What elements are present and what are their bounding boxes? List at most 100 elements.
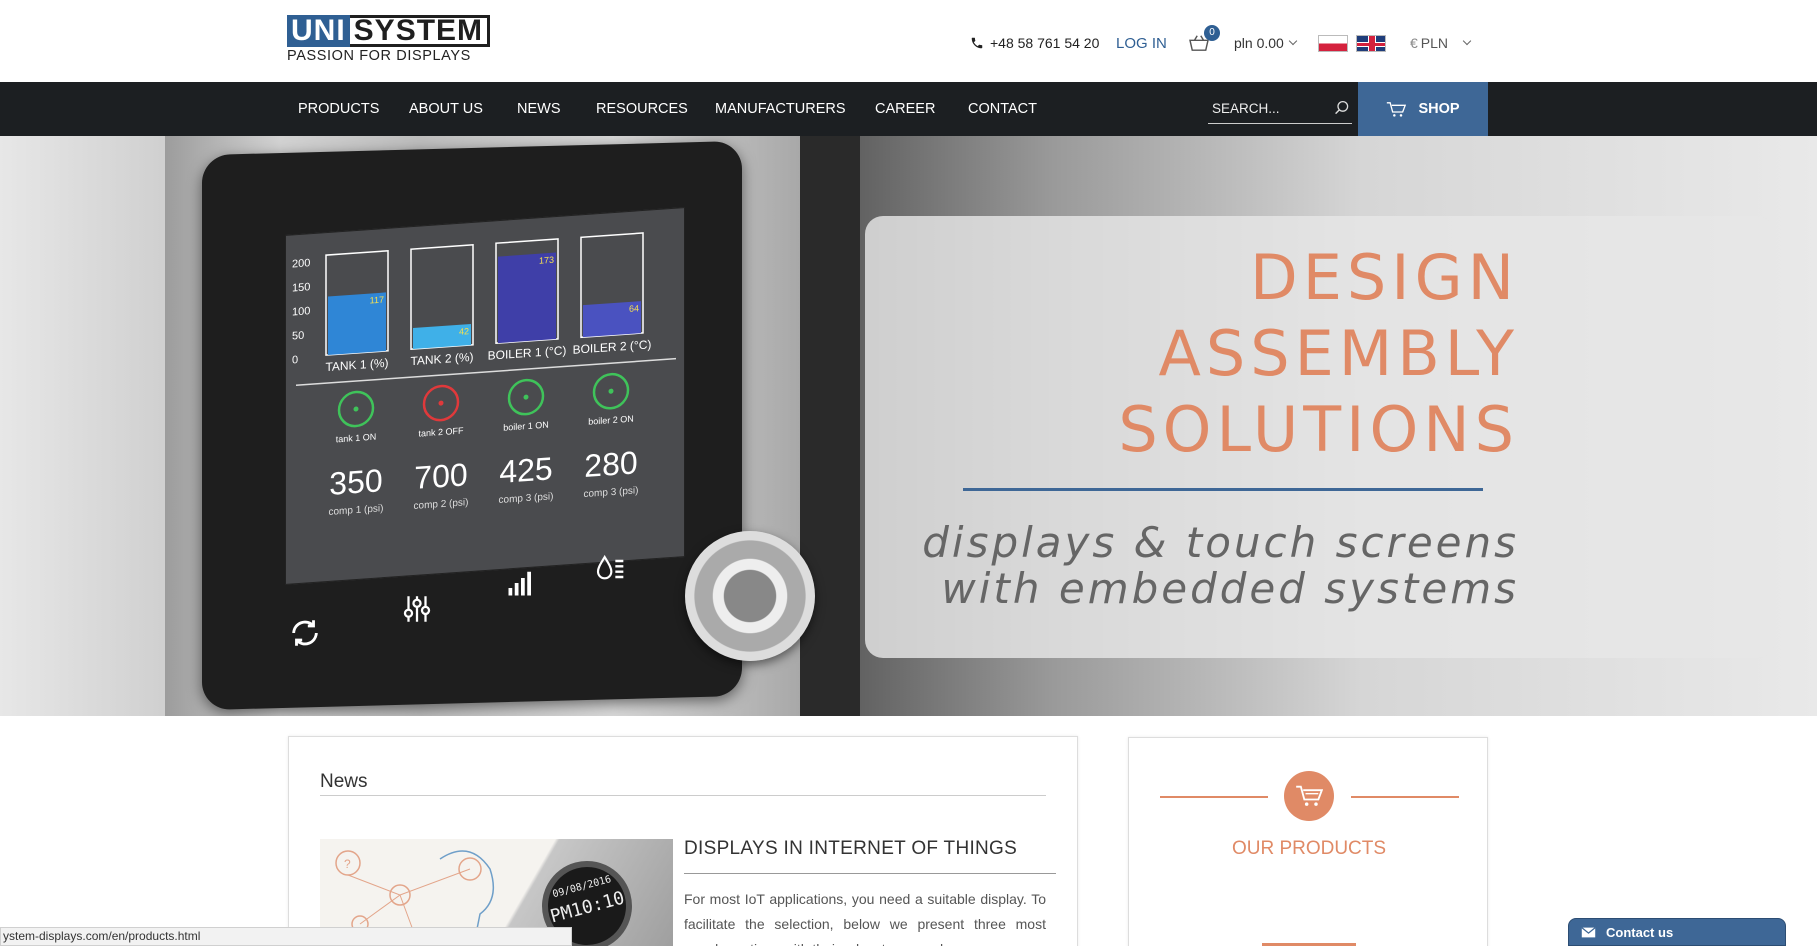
svg-text:?: ? [344,857,351,871]
y-tick-label: 200 [292,257,310,270]
products-badge [1284,771,1334,821]
article-excerpt: For most IoT applications, you need a su… [684,891,1046,946]
refresh-icon [288,616,322,655]
status-label: tank 2 OFF [419,425,464,438]
hero-subtitle-line-1: displays & touch screens [922,518,1519,567]
cart-icon [1296,785,1323,806]
gauge-value: 117 [370,295,384,306]
hero-line-assembly: ASSEMBLY [1158,317,1519,390]
y-tick-label: 100 [292,305,310,318]
hero-line-design: DESIGN [1250,241,1519,314]
y-tick-label: 150 [292,281,310,294]
cart-total[interactable]: pln 0.00 [1234,28,1298,58]
browser-status-url: ystem-displays.com/en/products.html [0,927,572,946]
gauge-label: TANK 1 (%) [325,356,388,374]
gauge-value: 64 [629,303,639,314]
news-heading: News [320,771,368,792]
hmi-screen-graphic: 200 150 100 50 0 117 TANK 1 (%) 42 TANK 2 (%) 173… [292,232,676,518]
hero-subtitle-line-2: with embedded systems [941,564,1519,613]
hero-background [0,136,170,716]
pressure-value: 425 [499,450,552,490]
gauge-value: 173 [539,255,554,266]
chevron-down-icon [1288,36,1298,46]
login-link[interactable]: LOG IN [1116,28,1167,58]
envelope-icon [1581,926,1596,937]
hero-banner[interactable]: 200 150 100 50 0 117 TANK 1 (%) 42 TANK 2 (%) 173… [0,136,1817,716]
signal-bars-icon [506,568,536,603]
phone-text: +48 58 761 54 20 [990,35,1100,51]
hero-subtitle: displays & touch screens with embedded s… [922,520,1519,612]
nav-contact[interactable]: CONTACT [968,82,1037,136]
gauge-fill [498,252,556,344]
logo[interactable]: UNI SYSTEM PASSION FOR DISPLAYS [287,15,507,65]
currency-icon: € [1410,35,1418,51]
cart-icon [1387,101,1407,117]
uk-flag-icon[interactable] [1356,34,1386,52]
pressure-label: comp 3 (psi) [499,491,554,506]
nav-career[interactable]: CAREER [875,82,935,136]
status-indicator-dot [608,388,614,394]
rotary-knob [685,531,815,661]
currency-selector[interactable]: € PLN [1410,28,1472,58]
pressure-value: 700 [414,456,467,496]
status-label: boiler 2 ON [588,414,633,427]
search-input[interactable] [1208,94,1318,122]
pressure-value: 350 [329,462,382,502]
hmi-screen: 200 150 100 50 0 117 TANK 1 (%) 42 TANK 2 (%) 173… [285,207,685,585]
currency-text: PLN [1420,35,1449,51]
search-box [1208,94,1352,124]
nav-about-us[interactable]: ABOUT US [409,82,483,136]
phone-icon [971,37,983,49]
y-tick-label: 0 [292,354,298,366]
article-title[interactable]: DISPLAYS IN INTERNET OF THINGS [684,838,1017,860]
y-tick-label: 50 [292,330,304,343]
pressure-label: comp 3 (psi) [584,485,639,500]
nav-products[interactable]: PRODUCTS [298,82,379,136]
water-level-icon [594,553,626,590]
chevron-down-icon [1462,36,1472,46]
search-icon[interactable] [1334,100,1350,116]
products-section[interactable]: OUR PRODUCTS [1128,737,1488,946]
logo-uni: UNI [287,15,350,47]
cart-button[interactable]: 0 [1188,25,1220,58]
pl-flag-icon[interactable] [1318,34,1348,52]
language-switcher [1318,28,1394,58]
logo-tagline: PASSION FOR DISPLAYS [287,48,471,64]
cart-count-badge: 0 [1204,25,1220,41]
gauge-label: BOILER 1 (°C) [488,343,567,362]
phone-number[interactable]: +48 58 761 54 20 [970,28,1099,58]
cart-total-text: pln 0.00 [1234,35,1284,51]
status-indicator-dot [353,406,359,412]
status-label: tank 1 ON [336,432,376,445]
article-divider [684,873,1056,874]
products-heading[interactable]: OUR PRODUCTS [1129,838,1489,860]
news-divider [320,795,1046,796]
contact-us-label: Contact us [1606,924,1674,940]
shop-label: SHOP [1418,101,1460,117]
news-section: News ? 09/08/2016 PM10:10 DISPLAYS IN IN… [288,736,1078,946]
sliders-icon [400,592,434,631]
shop-button[interactable]: SHOP [1358,82,1488,136]
status-indicator-dot [438,400,444,406]
hero-headline: DESIGN ASSEMBLY SOLUTIONS [1118,240,1519,468]
pressure-label: comp 1 (psi) [329,503,384,518]
nav-manufacturers[interactable]: MANUFACTURERS [715,82,846,136]
logo-system: SYSTEM [349,15,491,47]
gauge-label: TANK 2 (%) [410,350,473,368]
nav-news[interactable]: NEWS [517,82,561,136]
pressure-value: 280 [584,444,637,484]
products-divider-right [1351,796,1459,798]
status-indicator-dot [523,394,529,400]
hero-line-solutions: SOLUTIONS [1118,393,1519,466]
panel-edge [800,136,860,716]
pressure-label: comp 2 (psi) [414,497,469,512]
logo-wordmark: UNI SYSTEM [287,15,507,47]
main-nav: PRODUCTS ABOUT US NEWS RESOURCES MANUFAC… [0,82,1817,136]
top-header: UNI SYSTEM PASSION FOR DISPLAYS +48 58 7… [0,0,1817,82]
products-divider-left [1160,796,1268,798]
status-label: boiler 1 ON [503,420,548,433]
gauge-value: 42 [459,326,469,337]
contact-us-tab[interactable]: Contact us [1568,918,1786,946]
nav-resources[interactable]: RESOURCES [596,82,688,136]
gauge-label: BOILER 2 (°C) [573,337,652,356]
